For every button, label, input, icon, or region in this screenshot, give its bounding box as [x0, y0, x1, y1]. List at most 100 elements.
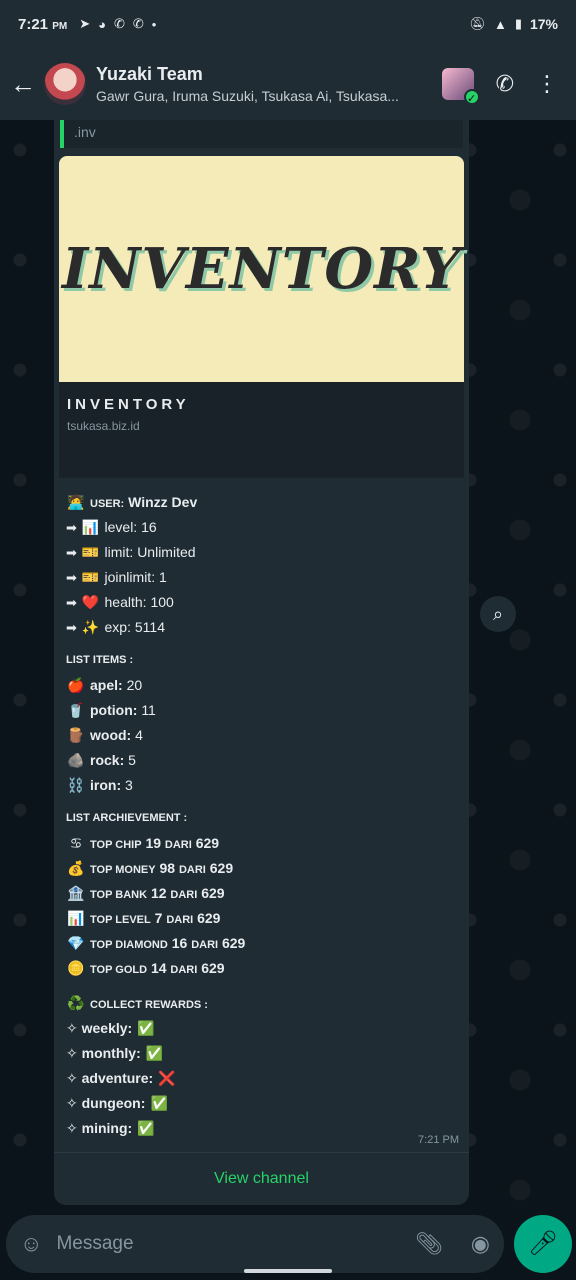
sparkle-icon: ✧: [66, 1020, 82, 1036]
stat-icon: ❤️: [81, 594, 100, 610]
chat-header: ← Yuzaki Team Gawr Gura, Iruma Suzuki, T…: [0, 48, 576, 120]
achievement-label: TOP DIAMOND: [90, 939, 168, 951]
achievement-line: 💰 TOP MONEY 98 DARI 629: [66, 856, 457, 881]
view-channel-button[interactable]: View channel: [54, 1153, 469, 1205]
achievements-list: ♋ TOP CHIP 19 DARI 629 💰 TOP MONEY 98 DARI …: [66, 831, 457, 981]
arrow-icon: ➡: [66, 595, 81, 610]
item-value: 5: [128, 752, 136, 768]
back-arrow-icon[interactable]: ←: [10, 69, 40, 100]
stat-value: 1: [158, 569, 167, 585]
reward-name: dungeon:: [81, 1095, 146, 1111]
reward-line: ✧ monthly: ✅: [66, 1041, 457, 1066]
achievement-total: 629: [197, 910, 221, 926]
telegram-icon: ➤: [79, 16, 91, 31]
avatar[interactable]: [44, 63, 86, 105]
reward-status: ❌: [158, 1070, 176, 1086]
dot-icon: •: [151, 16, 157, 32]
achievement-icon: ♋: [69, 835, 83, 851]
home-indicator[interactable]: [244, 1269, 332, 1273]
reward-line: ✧ mining: ✅: [66, 1116, 457, 1141]
sticker-icon[interactable]: ☺: [20, 1231, 42, 1257]
item-icon: ⛓️: [67, 777, 85, 793]
more-options-icon[interactable]: ⋮: [536, 71, 558, 97]
stat-icon: ✨: [81, 619, 100, 635]
achievement-label: TOP MONEY: [90, 864, 156, 876]
item-value: 3: [125, 777, 133, 793]
message-bubble[interactable]: .inv INVENTORY INVENTORY tsukasa.biz.id …: [54, 120, 469, 1205]
stat-label: level:: [104, 519, 138, 535]
achievement-rank: 98: [159, 860, 176, 876]
message-text: 🧑‍💻 USER: Winzz Dev ➡ 📊 level: 16 ➡ 🎫 limit:…: [54, 478, 469, 1141]
reward-status: ✅: [137, 1120, 155, 1136]
achievement-rank: 16: [171, 935, 188, 951]
user-line: 🧑‍💻 USER: Winzz Dev: [66, 490, 457, 515]
link-preview-title: INVENTORY: [67, 396, 190, 413]
achievement-dari: DARI: [178, 864, 206, 876]
achievement-rank: 14: [150, 960, 167, 976]
reward-name: monthly:: [81, 1045, 141, 1061]
chat-info[interactable]: Yuzaki Team Gawr Gura, Iruma Suzuki, Tsu…: [96, 64, 412, 104]
stat-line: ➡ ❤️ health: 100: [66, 590, 457, 615]
mic-button[interactable]: 🎤︎: [514, 1215, 572, 1273]
reward-line: ✧ weekly: ✅: [66, 1016, 457, 1041]
achievement-line: 🏦 TOP BANK 12 DARI 629: [66, 881, 457, 906]
stat-line: ➡ ✨ exp: 5114: [66, 615, 457, 640]
achievement-icon: 💎: [67, 935, 85, 951]
reward-status: ✅: [145, 1045, 164, 1061]
reward-status: ✅: [137, 1020, 155, 1036]
camera-icon[interactable]: ◉: [471, 1231, 490, 1257]
rewards-list: ✧ weekly: ✅ ✧ monthly: ✅ ✧ adventure: ❌ ✧ d…: [66, 1016, 457, 1141]
item-name: iron:: [90, 777, 122, 793]
rewards-header: ♻️ COLLECT REWARDS :: [66, 991, 457, 1016]
message-input[interactable]: Message: [56, 1233, 414, 1255]
community-avatar[interactable]: ✓: [441, 68, 480, 105]
link-preview-image[interactable]: INVENTORY: [59, 156, 464, 382]
stat-line: ➡ 🎫 joinlimit: 1: [66, 565, 457, 590]
chat-members: Gawr Gura, Iruma Suzuki, Tsukasa Ai, Tsu…: [96, 88, 399, 104]
stat-label: joinlimit:: [104, 569, 156, 585]
item-name: wood:: [90, 727, 132, 743]
discord-icon: ◕: [98, 16, 106, 32]
status-bar: 7:21 PM ➤ ◕ ✆ ✆ • 🔕︎ ▲ ▮ 17%: [0, 0, 576, 48]
achievement-dari: DARI: [166, 914, 194, 926]
stat-line: ➡ 📊 level: 16: [66, 515, 457, 540]
item-icon: 🪨: [67, 752, 85, 768]
item-value: 11: [141, 702, 156, 718]
item-name: rock:: [90, 752, 125, 768]
achievement-total: 629: [195, 835, 220, 851]
achievement-icon: 🏦: [67, 885, 85, 901]
arrow-icon: ➡: [66, 620, 81, 635]
achievement-total: 629: [201, 960, 225, 976]
search-icon[interactable]: ⌕: [480, 596, 516, 632]
item-value: 20: [126, 677, 143, 693]
stat-line: ➡ 🎫 limit: Unlimited: [66, 540, 457, 565]
sparkle-icon: ✧: [66, 1070, 82, 1086]
status-time: 7:21 PM: [18, 15, 68, 33]
message-input-bar: ☺ Message 📎︎ ◉: [6, 1215, 504, 1273]
achievement-icon: 🪙: [67, 960, 85, 976]
achievement-icon: 💰: [67, 860, 85, 876]
notification-icons: ➤ ◕ ✆ ✆ •: [79, 16, 156, 32]
reward-name: weekly:: [81, 1020, 133, 1036]
item-icon: 🪵: [67, 727, 85, 743]
link-preview[interactable]: INVENTORY tsukasa.biz.id: [59, 382, 464, 478]
stat-label: health:: [104, 594, 147, 610]
achievement-line: ♋ TOP CHIP 19 DARI 629: [66, 831, 457, 856]
achievements-header: LIST ARCHIEVEMENT :: [66, 812, 188, 824]
achievement-label: TOP LEVEL: [90, 914, 151, 926]
achievement-line: 🪙 TOP GOLD 14 DARI 629: [66, 956, 457, 981]
technologist-icon: 🧑‍💻: [67, 494, 85, 510]
reward-name: mining:: [81, 1120, 133, 1136]
stat-icon: 📊: [81, 519, 100, 535]
item-line: 🪵 wood: 4: [66, 723, 457, 748]
stat-label: exp:: [104, 619, 131, 635]
achievement-dari: DARI: [191, 939, 219, 951]
item-icon: 🍎: [67, 677, 85, 693]
achievement-label: TOP CHIP: [90, 839, 142, 851]
items-header: LIST ITEMS :: [66, 654, 134, 666]
attach-icon[interactable]: 📎︎: [415, 1231, 443, 1257]
add-call-icon[interactable]: ✆: [496, 71, 514, 97]
quoted-message[interactable]: .inv: [60, 120, 463, 148]
item-name: potion:: [90, 702, 138, 718]
achievement-label: TOP GOLD: [90, 964, 148, 976]
